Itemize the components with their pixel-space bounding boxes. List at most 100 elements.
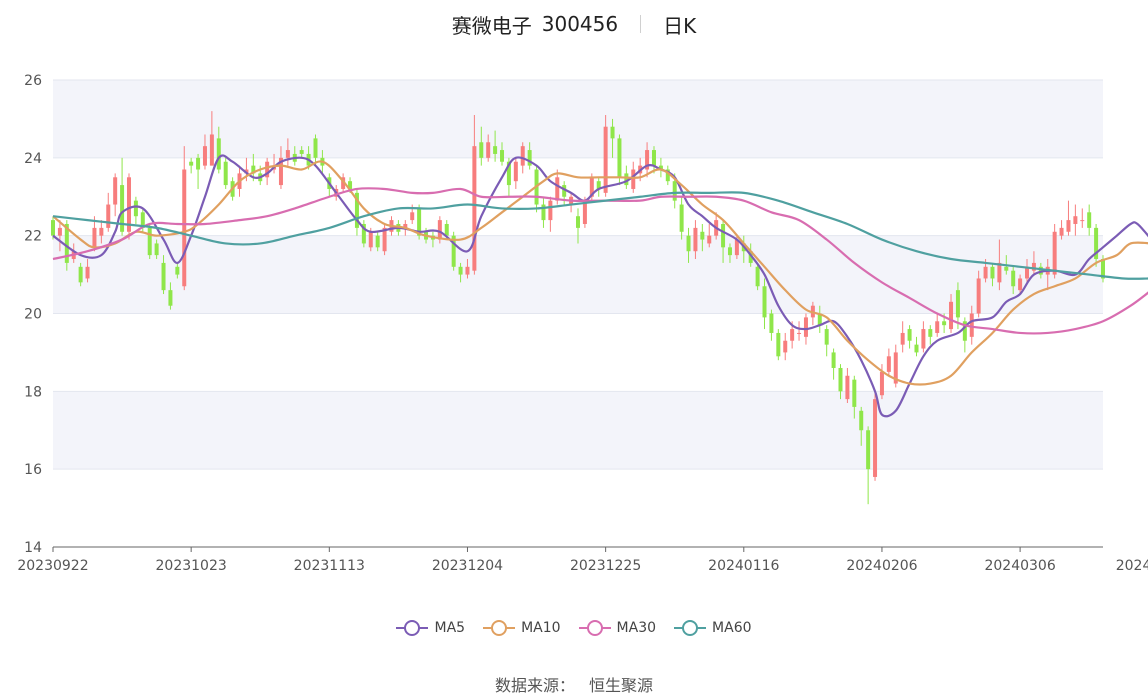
candle[interactable] bbox=[182, 146, 187, 291]
candle-body bbox=[189, 161, 194, 166]
candle-body bbox=[700, 231, 705, 240]
source-label: 数据来源： bbox=[494, 676, 575, 695]
candle-body bbox=[1052, 231, 1057, 275]
candle-body bbox=[113, 177, 118, 205]
legend-label-ma30: MA30 bbox=[616, 620, 657, 636]
candle-body bbox=[603, 126, 608, 193]
candle-body bbox=[133, 200, 138, 217]
candle-body bbox=[375, 235, 380, 248]
candle-body bbox=[907, 329, 912, 341]
candle[interactable] bbox=[361, 220, 366, 248]
candle-body bbox=[458, 266, 463, 275]
candle[interactable] bbox=[886, 348, 891, 376]
candle[interactable] bbox=[914, 336, 919, 357]
candle-body bbox=[886, 356, 891, 372]
candle[interactable] bbox=[769, 309, 774, 341]
candle-body bbox=[873, 399, 878, 477]
candle[interactable] bbox=[382, 223, 387, 256]
candle[interactable] bbox=[921, 321, 926, 353]
candle-body bbox=[727, 247, 732, 256]
candle-body bbox=[223, 161, 228, 186]
candle-body bbox=[285, 150, 290, 158]
candle[interactable] bbox=[1080, 208, 1085, 228]
candle[interactable] bbox=[1073, 204, 1078, 236]
y-tick-label: 20 bbox=[24, 307, 42, 323]
y-tick-label: 22 bbox=[24, 229, 42, 245]
candle-body bbox=[707, 235, 712, 244]
candle[interactable] bbox=[831, 348, 836, 380]
candle[interactable] bbox=[147, 223, 152, 260]
x-tick-label: 20231113 bbox=[294, 558, 365, 574]
x-tick-label: 20240116 bbox=[708, 558, 779, 574]
candle-body bbox=[1018, 278, 1023, 291]
candle-body bbox=[949, 301, 954, 330]
candle[interactable] bbox=[189, 157, 194, 174]
candle[interactable] bbox=[845, 367, 850, 404]
legend-item-ma30[interactable]: MA30 bbox=[578, 620, 657, 636]
candle-body bbox=[161, 262, 166, 291]
candle[interactable] bbox=[824, 325, 829, 357]
legend-item-ma5[interactable]: MA5 bbox=[396, 620, 465, 636]
candle[interactable] bbox=[935, 313, 940, 337]
candle[interactable] bbox=[569, 192, 574, 213]
candle[interactable] bbox=[313, 134, 318, 166]
legend-label-ma10: MA10 bbox=[521, 620, 561, 636]
candle[interactable] bbox=[907, 325, 912, 349]
candle[interactable] bbox=[603, 115, 608, 197]
candle[interactable] bbox=[541, 196, 546, 228]
candle-body bbox=[555, 177, 560, 201]
candle-body bbox=[797, 332, 802, 334]
candle[interactable] bbox=[900, 321, 905, 353]
candle[interactable] bbox=[797, 321, 802, 341]
candle-body bbox=[368, 231, 373, 248]
candle[interactable] bbox=[873, 391, 878, 481]
candle-body bbox=[313, 138, 318, 158]
candle[interactable] bbox=[548, 196, 553, 232]
candle-body bbox=[500, 150, 505, 162]
candle-body bbox=[790, 329, 795, 341]
candle[interactable] bbox=[776, 329, 781, 361]
candle-body bbox=[57, 227, 62, 236]
candlestick-chart: 14161820222426 20230922 20231023 20231113 2… bbox=[17, 73, 1148, 574]
legend-item-ma60[interactable]: MA60 bbox=[674, 620, 752, 636]
candle[interactable] bbox=[783, 332, 788, 361]
candle[interactable] bbox=[866, 426, 871, 505]
candle[interactable] bbox=[106, 192, 111, 232]
candle[interactable] bbox=[596, 177, 601, 197]
candle[interactable] bbox=[113, 173, 118, 217]
candle[interactable] bbox=[451, 231, 456, 271]
candle[interactable] bbox=[534, 165, 539, 213]
candle-body bbox=[679, 204, 684, 232]
candle[interactable] bbox=[658, 157, 663, 178]
candle-body bbox=[513, 161, 518, 182]
candle[interactable] bbox=[1087, 204, 1092, 236]
candle[interactable] bbox=[962, 317, 967, 353]
candle-body bbox=[942, 321, 947, 326]
candle[interactable] bbox=[1066, 200, 1071, 236]
candle[interactable] bbox=[354, 188, 359, 236]
legend-item-ma10[interactable]: MA10 bbox=[483, 620, 561, 636]
candle[interactable] bbox=[196, 153, 201, 189]
candle-body bbox=[866, 430, 871, 470]
x-tick-label: 20240206 bbox=[846, 558, 917, 574]
candle-body bbox=[196, 157, 201, 170]
candle-body bbox=[78, 266, 83, 283]
candle[interactable] bbox=[679, 196, 684, 240]
candle[interactable] bbox=[223, 157, 228, 189]
candle[interactable] bbox=[928, 325, 933, 345]
candle-body bbox=[548, 200, 553, 221]
candle[interactable] bbox=[893, 344, 898, 388]
candle-body bbox=[955, 290, 960, 318]
candle-body bbox=[755, 266, 760, 287]
candle-body bbox=[879, 371, 884, 396]
candle-body bbox=[51, 220, 55, 236]
candle-body bbox=[147, 227, 152, 256]
x-tick-label: 20240326 bbox=[1116, 558, 1148, 574]
candle-body bbox=[99, 227, 104, 236]
candle-body bbox=[209, 134, 214, 166]
candle[interactable] bbox=[513, 157, 518, 189]
x-tick-label: 20231023 bbox=[156, 558, 227, 574]
candle[interactable] bbox=[133, 196, 138, 224]
y-tick-label: 24 bbox=[24, 151, 42, 167]
candle-body bbox=[410, 212, 415, 221]
